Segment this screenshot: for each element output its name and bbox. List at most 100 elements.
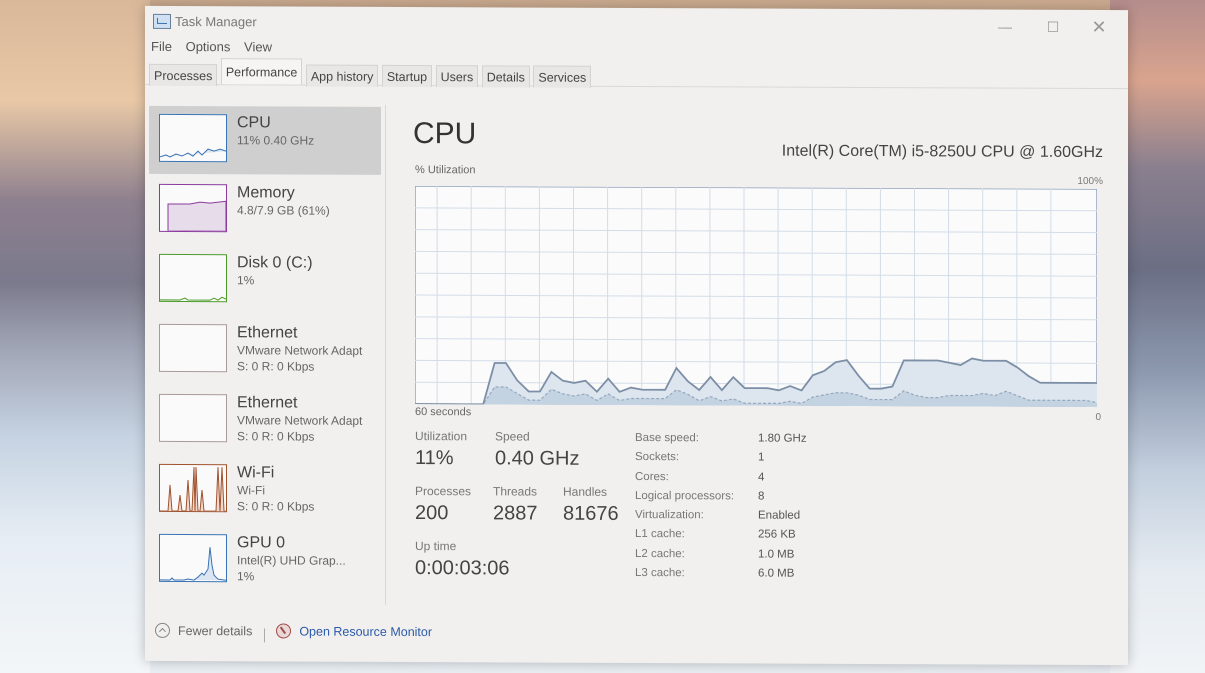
- footer: Fewer details Open Resource Monitor: [155, 622, 432, 643]
- close-button[interactable]: ✕: [1076, 14, 1122, 40]
- sidebar-item-memory[interactable]: Memory 4.8/7.9 GB (61%): [149, 176, 381, 245]
- ethernet-thumbnail-graph: [159, 323, 227, 373]
- tab-details[interactable]: Details: [481, 65, 530, 88]
- task-manager-window: Task Manager — ☐ ✕ File Options View Pro…: [145, 5, 1128, 666]
- max-percent-label: 100%: [1077, 175, 1103, 188]
- stat-label: Utilization: [415, 429, 468, 444]
- title-bar[interactable]: Task Manager — ☐ ✕: [145, 6, 1128, 40]
- menu-file[interactable]: File: [151, 36, 172, 58]
- desktop-wallpaper-left: [0, 0, 150, 673]
- stat-value: 11%: [415, 447, 454, 470]
- spec-row: Sockets: 1: [635, 451, 895, 471]
- spec-value: 1: [758, 451, 765, 464]
- stat-utilization: Utilization 11%: [415, 429, 467, 470]
- time-span-label: 60 seconds: [415, 406, 472, 419]
- spec-value: 4: [758, 471, 765, 484]
- stat-value: 2887: [493, 502, 538, 525]
- stat-label: Handles: [563, 484, 608, 499]
- sidebar-sub: Intel(R) UHD Grap...: [237, 553, 346, 568]
- spec-value: 256 KB: [758, 529, 796, 542]
- spec-row: Cores: 4: [635, 471, 895, 491]
- stat-threads: Threads 2887: [493, 484, 538, 525]
- stat-value: 200: [415, 502, 449, 525]
- sidebar-item-wifi[interactable]: Wi-Fi Wi-Fi S: 0 R: 0 Kbps: [149, 456, 381, 525]
- spec-key: Base speed:: [635, 431, 699, 445]
- sidebar-sub: 4.8/7.9 GB (61%): [237, 203, 330, 218]
- stat-handles: Handles 81676: [563, 485, 619, 526]
- minimize-button[interactable]: —: [982, 14, 1028, 40]
- sidebar-sub2: S: 0 R: 0 Kbps: [237, 359, 315, 374]
- spec-row: Logical processors: 8: [635, 490, 895, 510]
- window-title: Task Manager: [175, 13, 257, 30]
- spec-key: L2 cache:: [635, 547, 685, 560]
- sidebar-item-cpu[interactable]: CPU 11% 0.40 GHz: [149, 105, 381, 175]
- tab-app-history[interactable]: App history: [305, 64, 379, 87]
- tab-users[interactable]: Users: [435, 65, 479, 88]
- memory-thumbnail-graph: [159, 183, 227, 233]
- resource-sidebar: CPU 11% 0.40 GHz Memory 4.8/7.9 GB (61%)…: [145, 103, 386, 605]
- footer-divider: [263, 628, 265, 643]
- tab-performance[interactable]: Performance: [220, 58, 303, 85]
- sidebar-item-gpu[interactable]: GPU 0 Intel(R) UHD Grap... 1%: [149, 526, 381, 595]
- menu-view[interactable]: View: [244, 36, 272, 58]
- menu-options[interactable]: Options: [186, 36, 231, 58]
- sidebar-item-ethernet-1[interactable]: Ethernet VMware Network Adapt S: 0 R: 0 …: [149, 316, 381, 385]
- spec-row: L2 cache: 1.0 MB: [635, 548, 895, 568]
- spec-value: 8: [758, 490, 765, 503]
- spec-key: Logical processors:: [635, 489, 735, 503]
- cpu-detail-panel: CPU Intel(R) Core(TM) i5-8250U CPU @ 1.6…: [413, 117, 1103, 610]
- tab-processes[interactable]: Processes: [149, 63, 218, 87]
- tab-services[interactable]: Services: [533, 65, 592, 88]
- stat-label: Threads: [493, 484, 538, 499]
- sidebar-title: CPU: [237, 114, 271, 132]
- cpu-model: Intel(R) Core(TM) i5-8250U CPU @ 1.60GHz: [781, 142, 1103, 162]
- spec-row: Base speed: 1.80 GHz: [635, 432, 895, 452]
- sidebar-title: Wi-Fi: [237, 464, 275, 482]
- spec-value: 1.80 GHz: [758, 432, 807, 445]
- cpu-specs: Base speed: 1.80 GHz Sockets: 1 Cores: 4 Lo…: [635, 432, 895, 588]
- sidebar-sub: VMware Network Adapt: [237, 413, 363, 428]
- page-title: CPU: [413, 117, 477, 151]
- stat-label: Up time: [415, 539, 457, 554]
- stat-label: Speed: [495, 429, 530, 444]
- open-resource-monitor-link[interactable]: Open Resource Monitor: [276, 623, 432, 639]
- spec-key: L1 cache:: [635, 528, 685, 541]
- stat-label: Processes: [415, 484, 472, 499]
- sidebar-title: Memory: [237, 184, 295, 202]
- fewer-details-label: Fewer details: [178, 623, 253, 638]
- min-value-label: 0: [1095, 412, 1101, 424]
- spec-key: Cores:: [635, 470, 669, 483]
- wifi-thumbnail-line: [160, 467, 226, 512]
- disk-thumbnail-line: [160, 296, 227, 301]
- cpu-thumbnail-line: [159, 148, 227, 158]
- maximize-button[interactable]: ☐: [1030, 14, 1076, 40]
- sidebar-title: Ethernet: [237, 394, 298, 412]
- resource-monitor-icon: [276, 623, 292, 639]
- sidebar-sub: 1%: [237, 273, 255, 288]
- memory-thumbnail-fill: [167, 200, 227, 232]
- sidebar-sub: Wi-Fi: [237, 483, 265, 498]
- spec-value: Enabled: [758, 509, 801, 522]
- stat-speed: Speed 0.40 GHz: [495, 429, 579, 470]
- sidebar-sub: VMware Network Adapt: [237, 343, 363, 358]
- wifi-thumbnail-graph: [159, 463, 227, 513]
- sidebar-item-disk[interactable]: Disk 0 (C:) 1%: [149, 246, 381, 315]
- sidebar-sub2: S: 0 R: 0 Kbps: [237, 429, 315, 444]
- fewer-details-button[interactable]: Fewer details: [155, 622, 253, 638]
- sidebar-item-ethernet-2[interactable]: Ethernet VMware Network Adapt S: 0 R: 0 …: [149, 386, 381, 455]
- stat-value: 0.40 GHz: [495, 447, 580, 470]
- stat-value: 0:00:03:06: [415, 557, 510, 580]
- sidebar-title: Ethernet: [237, 324, 298, 342]
- spec-key: Virtualization:: [635, 509, 704, 522]
- cpu-thumbnail-graph: [159, 113, 227, 163]
- sidebar-title: GPU 0: [237, 534, 286, 552]
- sidebar-sub: 11% 0.40 GHz: [237, 133, 315, 148]
- cpu-utilization-graph: [415, 186, 1097, 408]
- sidebar-title: Disk 0 (C:): [237, 254, 313, 272]
- gpu-thumbnail-graph: [159, 533, 227, 583]
- spec-value: 6.0 MB: [758, 567, 795, 580]
- spec-row: Virtualization: Enabled: [635, 509, 895, 529]
- disk-thumbnail-graph: [159, 253, 227, 303]
- tab-startup[interactable]: Startup: [381, 64, 433, 88]
- stat-value: 81676: [563, 502, 619, 525]
